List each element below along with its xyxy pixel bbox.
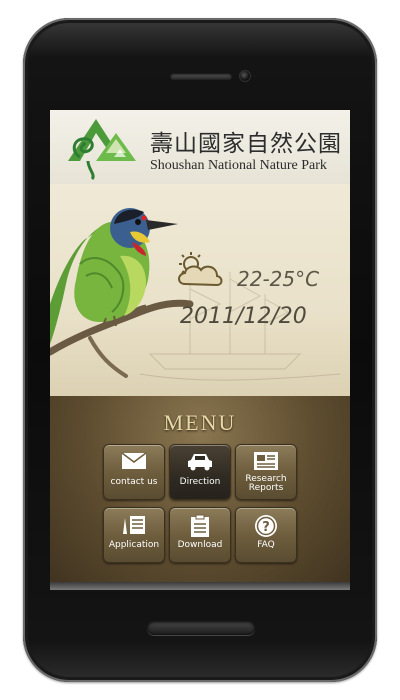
contact-us-button[interactable]: contact us xyxy=(103,444,165,500)
home-button[interactable] xyxy=(147,621,255,635)
faq-label: FAQ xyxy=(257,540,275,550)
download-label: Download xyxy=(177,540,223,550)
contact-us-label: contact us xyxy=(110,477,158,487)
app-header: 壽山國家自然公園 Shoushan National Nature Park xyxy=(50,110,350,184)
front-camera xyxy=(240,71,250,81)
bottom-strip xyxy=(50,582,350,590)
date-text: 2011/12/20 xyxy=(180,304,307,329)
research-reports-button[interactable]: Research Reports xyxy=(235,444,297,500)
download-button[interactable]: Download xyxy=(169,507,231,563)
temperature-text: 22-25°C xyxy=(237,267,320,291)
clipboard-icon xyxy=(191,514,209,537)
direction-label: Direction xyxy=(179,477,221,487)
form-icon xyxy=(123,516,145,534)
faq-button[interactable]: ? FAQ xyxy=(235,507,297,563)
menu-panel: MENU contact us Direction Research Repor… xyxy=(50,396,350,590)
park-title-chinese: 壽山國家自然公園 xyxy=(150,131,342,157)
menu-title: MENU xyxy=(163,410,237,435)
car-icon xyxy=(188,454,212,471)
research-label-line2: Reports xyxy=(248,483,284,493)
question-icon: ? xyxy=(255,515,277,537)
svg-text:?: ? xyxy=(262,520,270,535)
research-reports-label: Research Reports xyxy=(236,475,296,493)
park-title-english: Shoushan National Nature Park xyxy=(150,158,327,173)
envelope-icon xyxy=(121,452,147,469)
direction-button[interactable]: Direction xyxy=(169,444,231,500)
newspaper-icon xyxy=(254,452,278,470)
app-screen: 壽山國家自然公園 Shoushan National Nature Park 2… xyxy=(50,110,350,590)
application-label: Application xyxy=(108,540,160,550)
hero-banner: 22-25°C 2011/12/20 xyxy=(50,184,350,396)
park-logo xyxy=(68,119,136,181)
earpiece-speaker xyxy=(170,73,232,80)
application-button[interactable]: Application xyxy=(103,507,165,563)
partly-cloudy-icon xyxy=(178,252,223,287)
